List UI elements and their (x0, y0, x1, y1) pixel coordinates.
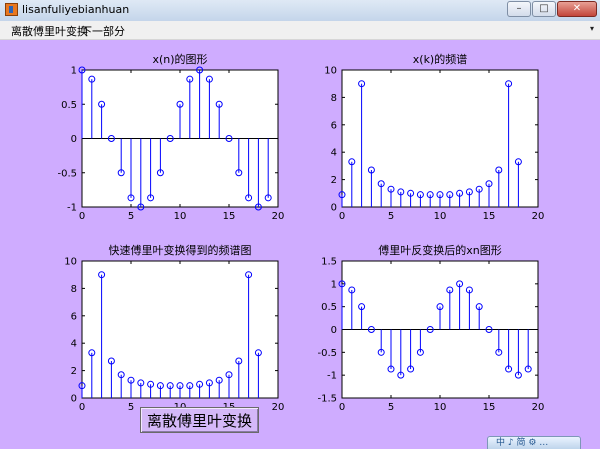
menu-bar: 离散傅里叶变换 下一部分 ▾ (0, 21, 600, 40)
x-tick-label: 0 (79, 211, 85, 222)
title-bar: lisanfuliyebianhuan – □ ✕ (0, 0, 600, 22)
dft-button[interactable]: 离散傅里叶变换 (140, 407, 259, 433)
y-tick-label: -1 (67, 203, 77, 214)
x-tick-label: 20 (532, 402, 545, 413)
y-tick-label: 10 (324, 66, 337, 77)
chart-title: x(n)的图形 (152, 52, 207, 66)
x-tick-label: 15 (483, 402, 496, 413)
menu-overflow-arrow-icon[interactable]: ▾ (590, 24, 594, 33)
figure-canvas: 0 5 10 15 20 -1 -0.5 0 0.5 1 x(n)的图形 0 5 10 15 20 0 2 4 6 8 1… (0, 40, 600, 449)
chart-4: 0 5 10 15 20 -1.5 -1 -0.5 0 0.5 1 1.5 傅里叶反变换后的xn图形 (317, 243, 544, 413)
x-tick-label: 15 (483, 211, 496, 222)
y-tick-label: 2 (71, 366, 77, 377)
y-tick-label: 6 (71, 311, 77, 322)
x-tick-label: 0 (339, 402, 345, 413)
y-tick-label: 4 (71, 339, 77, 350)
y-tick-label: 0.5 (321, 302, 337, 313)
x-tick-label: 10 (174, 211, 187, 222)
x-tick-label: 0 (339, 211, 345, 222)
chart-title: 傅里叶反变换后的xn图形 (378, 243, 501, 257)
chart-1: 0 5 10 15 20 -1 -0.5 0 0.5 1 x(n)的图形 (57, 52, 284, 222)
y-tick-label: 0 (71, 394, 77, 405)
x-tick-label: 20 (272, 211, 285, 222)
y-tick-label: 0.5 (61, 100, 77, 111)
matlab-app-icon (5, 3, 18, 16)
chart-title: 快速傅里叶变换得到的频谱图 (109, 243, 252, 257)
y-tick-label: -0.5 (317, 348, 337, 359)
y-tick-label: -1.5 (317, 394, 337, 405)
close-button[interactable]: ✕ (557, 1, 597, 17)
x-tick-label: 15 (223, 211, 236, 222)
y-tick-label: 0 (71, 134, 77, 145)
y-tick-label: 1 (71, 66, 77, 77)
y-tick-label: 8 (331, 93, 337, 104)
y-tick-label: 1 (331, 279, 337, 290)
plots-svg: 0 5 10 15 20-1-0.500.51x(n)的图形0 5 10 15 20024681… (57, 52, 544, 413)
maximize-button[interactable]: □ (532, 1, 556, 17)
y-tick-label: 8 (71, 284, 77, 295)
y-tick-label: 4 (331, 148, 337, 159)
y-tick-label: 2 (331, 175, 337, 186)
y-tick-label: 0 (331, 203, 337, 214)
y-tick-label: -1 (327, 371, 337, 382)
chart-2: 0 5 10 15 20 0 2 4 6 8 10 x(k)的频谱 (324, 52, 544, 222)
x-tick-label: 20 (272, 402, 285, 413)
chart-3: 051015200246810快速傅里叶变换得到的频谱图 (64, 243, 284, 413)
x-tick-label: 5 (388, 402, 394, 413)
x-tick-label: 20 (532, 211, 545, 222)
y-tick-label: 0 (331, 325, 337, 336)
window-title: lisanfuliyebianhuan (22, 3, 130, 16)
menu-item-dft[interactable]: 离散傅里叶变换 (11, 23, 88, 39)
ime-toolbar[interactable]: 中 ♪ 简 ⚙ … (487, 436, 581, 449)
chart-title: x(k)的频谱 (413, 52, 467, 66)
x-tick-label: 5 (128, 211, 134, 222)
x-tick-label: 10 (434, 402, 447, 413)
x-tick-label: 5 (128, 402, 134, 413)
y-tick-label: 6 (331, 120, 337, 131)
x-tick-label: 5 (388, 211, 394, 222)
menu-item-next-part[interactable]: 下一部分 (81, 23, 125, 39)
y-tick-label: -0.5 (57, 168, 77, 179)
minimize-button[interactable]: – (507, 1, 531, 17)
y-tick-label: 10 (64, 257, 77, 268)
x-tick-label: 10 (434, 211, 447, 222)
x-tick-label: 0 (79, 402, 85, 413)
y-tick-label: 1.5 (321, 257, 337, 268)
app-window: lisanfuliyebianhuan – □ ✕ 离散傅里叶变换 下一部分 ▾… (0, 0, 600, 449)
